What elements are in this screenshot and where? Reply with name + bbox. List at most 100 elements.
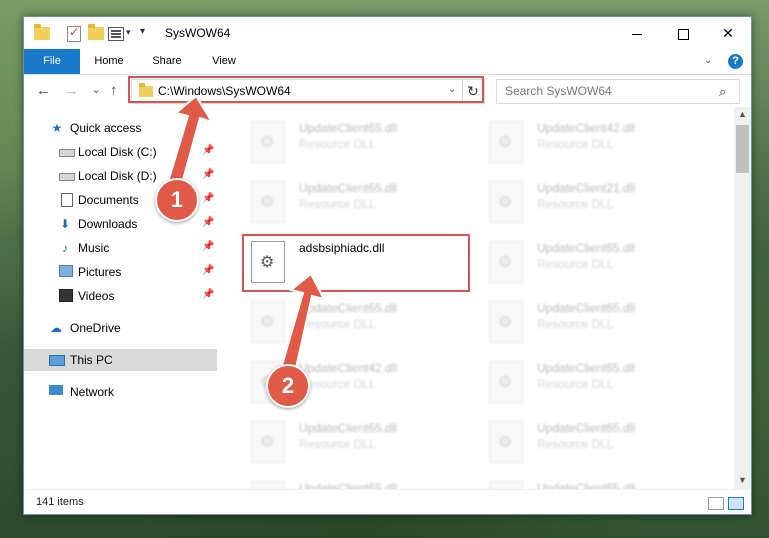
- sidebar-item-label: Downloads: [78, 217, 138, 231]
- pin-icon: 📌: [202, 265, 215, 276]
- sidebar-item-label: OneDrive: [70, 321, 121, 335]
- forward-button[interactable]: →: [64, 82, 79, 99]
- window-title: SysWOW64: [165, 26, 231, 40]
- sidebar-item-label: Music: [78, 241, 110, 255]
- search-icon[interactable]: ⌕: [719, 84, 726, 100]
- videos-icon: [59, 289, 73, 302]
- address-bar-highlight: [128, 76, 484, 103]
- file-name: UpdateClient65.dll: [299, 301, 398, 315]
- file-highlight: [242, 234, 470, 292]
- file-name: UpdateClient65.dll: [537, 301, 636, 315]
- customize-toolbar-icon[interactable]: ▾: [140, 26, 145, 37]
- up-button[interactable]: ↑: [110, 82, 118, 99]
- sidebar-item-label: Videos: [78, 289, 115, 303]
- expand-ribbon-icon[interactable]: ⌄: [704, 55, 712, 66]
- file-type: Resource DLL: [537, 137, 614, 151]
- close-button[interactable]: ✕: [705, 17, 751, 49]
- file-item[interactable]: UpdateClient65.dll Resource DLL: [479, 234, 709, 288]
- dll-file-icon: [251, 181, 285, 223]
- star-icon: ★: [51, 121, 63, 135]
- pin-icon: 📌: [202, 169, 215, 180]
- file-item[interactable]: UpdateClient65.dll Resource DLL: [241, 474, 471, 489]
- dll-file-icon: [251, 301, 285, 343]
- properties-icon[interactable]: [67, 25, 81, 42]
- scroll-up-icon[interactable]: ▲: [738, 109, 747, 119]
- sidebar-item-label: Quick access: [70, 121, 142, 135]
- file-name: UpdateClient21.dll: [537, 181, 636, 195]
- file-item[interactable]: UpdateClient65.dll Resource DLL: [241, 294, 471, 348]
- ribbon: File Home Share View ⌄ ?: [24, 49, 751, 75]
- sidebar-item-local-disk-c[interactable]: Local Disk (C:) 📌: [24, 141, 217, 163]
- view-icon[interactable]: [108, 27, 124, 41]
- scroll-thumb[interactable]: [736, 125, 749, 173]
- file-name: UpdateClient65.dll: [537, 421, 636, 435]
- tab-view[interactable]: View: [202, 49, 246, 74]
- file-item[interactable]: UpdateClient42.dll Resource DLL: [479, 114, 709, 168]
- vertical-scrollbar[interactable]: ▲ ▼: [734, 107, 751, 489]
- search-input[interactable]: [505, 84, 705, 98]
- large-icons-view-icon[interactable]: [728, 497, 744, 510]
- file-name: UpdateClient65.dll: [537, 481, 636, 489]
- file-item[interactable]: UpdateClient65.dll Resource DLL: [479, 474, 709, 489]
- quick-access-toolbar-dropdown-icon[interactable]: ▾: [126, 27, 131, 38]
- pin-icon: 📌: [202, 217, 215, 228]
- sidebar-item-label: Local Disk (C:): [78, 145, 157, 159]
- file-type: Resource DLL: [299, 377, 376, 391]
- folder-icon[interactable]: [34, 24, 50, 40]
- sidebar-item-network[interactable]: Network: [24, 381, 217, 403]
- dll-file-icon: [251, 481, 285, 489]
- dll-file-icon: [489, 301, 523, 343]
- sidebar-item-label: Network: [70, 385, 115, 399]
- sidebar-item-label: Pictures: [78, 265, 122, 279]
- disk-icon: [59, 149, 75, 157]
- pin-icon: 📌: [202, 193, 215, 204]
- minimize-button[interactable]: [614, 17, 660, 49]
- file-item[interactable]: UpdateClient21.dll Resource DLL: [479, 174, 709, 228]
- file-item[interactable]: UpdateClient65.dll Resource DLL: [241, 414, 471, 468]
- dll-file-icon: [489, 481, 523, 489]
- tab-home[interactable]: Home: [86, 49, 132, 74]
- new-folder-icon[interactable]: [88, 24, 104, 40]
- scroll-down-icon[interactable]: ▼: [738, 475, 747, 485]
- tab-share[interactable]: Share: [144, 49, 190, 74]
- file-name: UpdateClient65.dll: [537, 361, 636, 375]
- sidebar-item-label: Local Disk (D:): [78, 169, 157, 183]
- file-name: UpdateClient65.dll: [299, 421, 398, 435]
- file-name: UpdateClient42.dll: [537, 121, 636, 135]
- sidebar-item-videos[interactable]: Videos 📌: [24, 285, 217, 307]
- file-item[interactable]: UpdateClient65.dll Resource DLL: [241, 114, 471, 168]
- back-button[interactable]: ←: [36, 82, 51, 99]
- search-box[interactable]: ⌕: [496, 79, 740, 104]
- file-name: UpdateClient65.dll: [537, 241, 636, 255]
- step-2-badge: 2: [266, 364, 310, 408]
- sidebar-item-quick-access[interactable]: ★ Quick access: [24, 117, 217, 139]
- dll-file-icon: [489, 241, 523, 283]
- sidebar-item-pictures[interactable]: Pictures 📌: [24, 261, 217, 283]
- maximize-icon: [677, 28, 689, 40]
- item-count: 141 items: [36, 496, 84, 508]
- tab-file[interactable]: File: [24, 49, 80, 74]
- file-type: Resource DLL: [537, 257, 614, 271]
- file-item[interactable]: UpdateClient65.dll Resource DLL: [479, 414, 709, 468]
- cloud-icon: ☁: [50, 321, 62, 335]
- sidebar-item-this-pc[interactable]: This PC: [24, 349, 217, 371]
- step-1-badge: 1: [155, 178, 199, 222]
- sidebar-item-music[interactable]: ♪ Music 📌: [24, 237, 217, 259]
- sidebar-item-label: This PC: [70, 353, 113, 367]
- recent-locations-icon[interactable]: ⌄: [92, 85, 100, 96]
- help-icon[interactable]: ?: [728, 54, 743, 69]
- file-item[interactable]: UpdateClient65.dll Resource DLL: [241, 174, 471, 228]
- title-bar: ▾ ▾ SysWOW64 ✕: [24, 17, 751, 49]
- file-item[interactable]: UpdateClient65.dll Resource DLL: [479, 354, 709, 408]
- file-name: UpdateClient65.dll: [299, 121, 398, 135]
- document-icon: [61, 193, 73, 207]
- file-item[interactable]: UpdateClient65.dll Resource DLL: [479, 294, 709, 348]
- maximize-button[interactable]: [660, 17, 706, 49]
- details-view-icon[interactable]: [708, 497, 724, 510]
- minimize-icon: [632, 33, 642, 35]
- pin-icon: 📌: [202, 241, 215, 252]
- file-type: Resource DLL: [299, 137, 376, 151]
- disk-icon: [59, 173, 75, 181]
- sidebar-item-onedrive[interactable]: ☁ OneDrive: [24, 317, 217, 339]
- file-type: Resource DLL: [299, 197, 376, 211]
